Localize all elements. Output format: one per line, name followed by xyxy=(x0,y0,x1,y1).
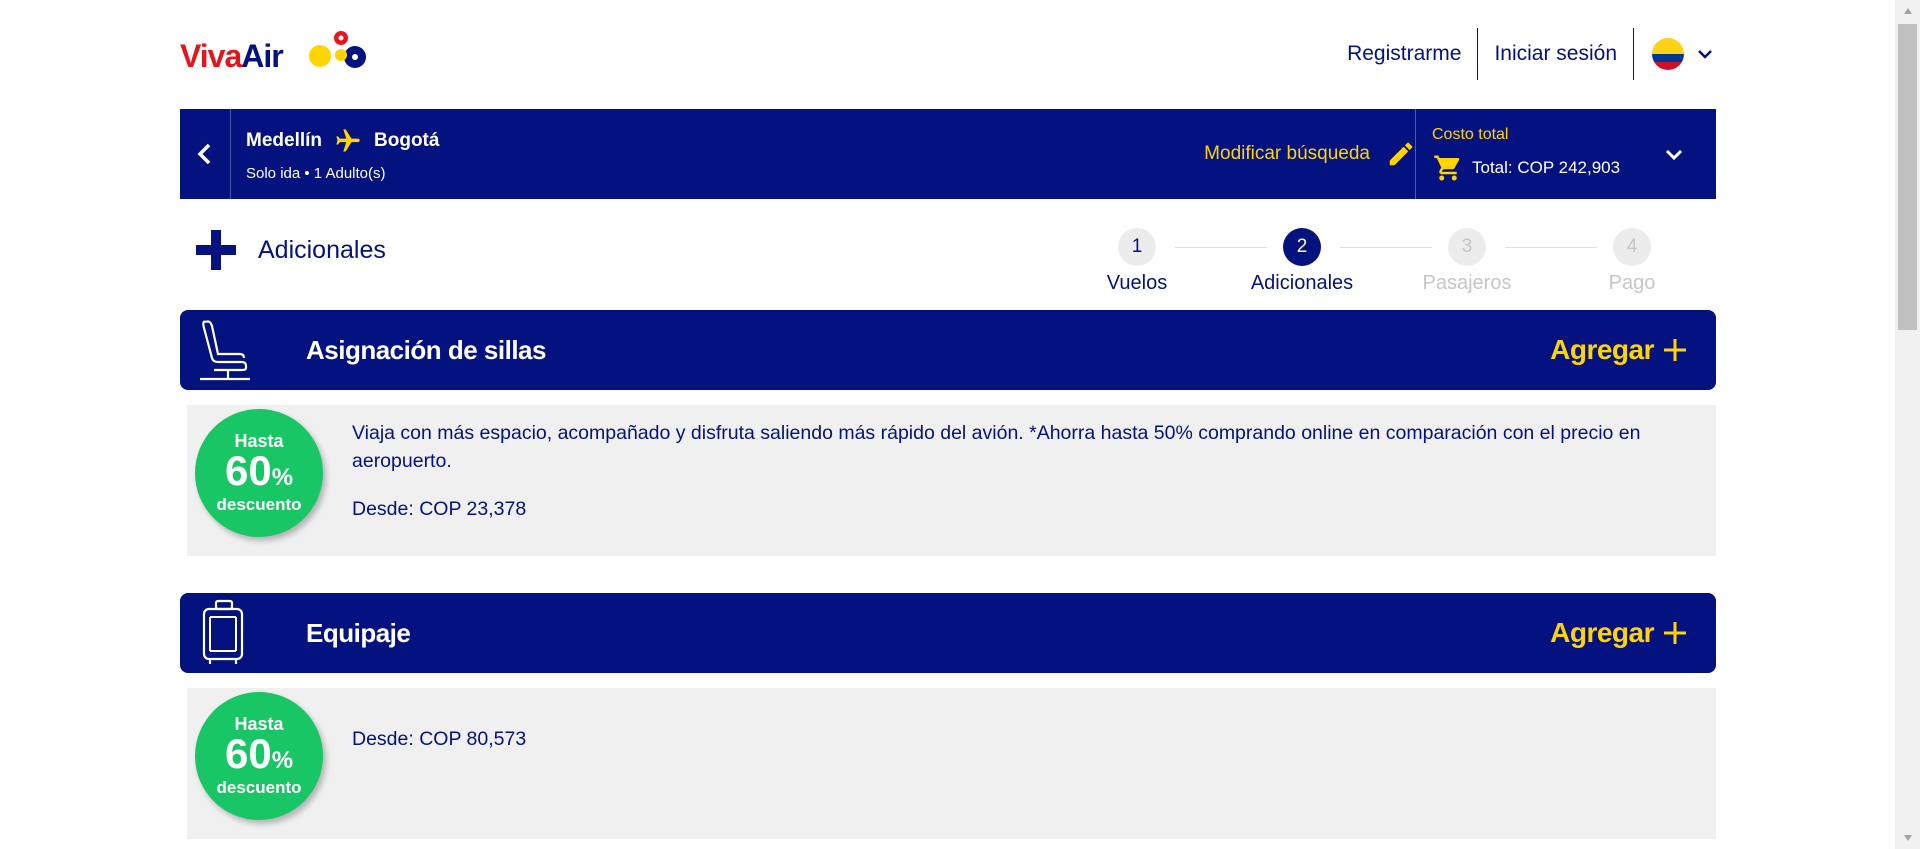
chevron-left-icon xyxy=(197,143,211,165)
plus-icon xyxy=(196,230,236,270)
destination-city: Bogotá xyxy=(374,130,440,151)
step-number: 4 xyxy=(1613,228,1651,266)
luggage-icon xyxy=(202,599,244,664)
step-pasajeros: 3 Pasajeros xyxy=(1412,228,1522,295)
register-link[interactable]: Registrarme xyxy=(1331,28,1477,80)
add-baggage-button[interactable]: Agregar xyxy=(1550,593,1688,673)
total-cost-row: Total: COP 242,903 xyxy=(1432,153,1620,183)
addon-seats-header[interactable]: Asignación de sillas Agregar xyxy=(180,310,1716,390)
step-number: 3 xyxy=(1448,228,1486,266)
page-title: Adicionales xyxy=(258,235,386,264)
page-heading: Adicionales xyxy=(194,228,386,272)
addon-baggage-body: Hasta 60% descuento Desde: COP 80,573 xyxy=(187,688,1716,839)
addon-title: Equipaje xyxy=(306,617,411,648)
progress-stepper: 1 Vuelos 2 Adicionales 3 Pasajeros 4 Pag… xyxy=(1082,228,1655,295)
scrollbar-thumb[interactable] xyxy=(1898,24,1917,330)
badge-percent-sign: % xyxy=(271,747,294,774)
badge-number: 60 xyxy=(224,447,272,494)
colombia-flag-icon xyxy=(1652,38,1684,70)
airplane-icon xyxy=(336,129,360,152)
route: Medellín Bogotá xyxy=(246,127,439,155)
step-label: Adicionales xyxy=(1250,272,1354,294)
step-number: 1 xyxy=(1118,228,1156,266)
badge-percent: 60% xyxy=(195,449,323,500)
logo-air-text: Air xyxy=(241,38,283,74)
seat-icon xyxy=(200,320,250,381)
add-seats-button[interactable]: Agregar xyxy=(1550,310,1688,390)
addon-price: Desde: COP 80,573 xyxy=(352,728,527,750)
total-cost-label: Costo total xyxy=(1432,126,1509,143)
badge-percent: 60% xyxy=(195,732,323,783)
plus-icon xyxy=(1664,622,1686,644)
logo-viva-text: Viva xyxy=(180,38,242,74)
badge-line3: descuento xyxy=(216,495,302,514)
back-button[interactable] xyxy=(180,109,231,199)
step-label: Pago xyxy=(1608,272,1656,294)
login-link[interactable]: Iniciar sesión xyxy=(1478,28,1633,80)
cart-icon xyxy=(1434,155,1460,181)
trip-info: Solo ida • 1 Adulto(s) xyxy=(246,165,386,182)
language-selector[interactable] xyxy=(1634,28,1716,80)
scroll-down-arrow-icon[interactable] xyxy=(1895,827,1920,849)
step-number: 2 xyxy=(1283,228,1321,266)
addon-price: Desde: COP 23,378 xyxy=(352,498,527,520)
addon-title: Asignación de sillas xyxy=(306,334,546,365)
chevron-down-icon xyxy=(1665,149,1683,161)
discount-badge: Hasta 60% descuento xyxy=(195,692,323,820)
search-summary-bar: Medellín Bogotá Solo ida • 1 Adulto(s) M… xyxy=(180,109,1716,199)
step-pago: 4 Pago xyxy=(1577,228,1687,295)
modify-search-label: Modificar búsqueda xyxy=(1204,143,1370,164)
plus-icon xyxy=(1664,339,1686,361)
step-label: Vuelos xyxy=(1106,272,1168,294)
scroll-up-arrow-icon[interactable] xyxy=(1895,0,1920,22)
logo-circles-icon xyxy=(309,31,366,68)
addon-seats-body: Hasta 60% descuento Viaja con más espaci… xyxy=(187,405,1716,556)
step-adicionales: 2 Adicionales xyxy=(1247,228,1357,295)
addon-description: Viaja con más espacio, acompañado y disf… xyxy=(352,422,1641,472)
viva-air-logo[interactable]: VivaAir xyxy=(180,28,370,78)
logo-wordmark: VivaAir xyxy=(180,38,284,75)
pencil-icon xyxy=(1389,142,1413,166)
vertical-scrollbar[interactable] xyxy=(1895,0,1920,849)
add-label: Agregar xyxy=(1550,617,1654,648)
total-cost-panel[interactable]: Costo total Total: COP 242,903 xyxy=(1415,109,1716,199)
step-vuelos[interactable]: 1 Vuelos xyxy=(1082,228,1192,295)
discount-badge: Hasta 60% descuento xyxy=(195,409,323,537)
step-label: Pasajeros xyxy=(1422,272,1512,294)
badge-number: 60 xyxy=(224,730,272,777)
origin-city: Medellín xyxy=(246,130,323,151)
top-nav: Registrarme Iniciar sesión xyxy=(1331,28,1716,80)
addon-baggage-header[interactable]: Equipaje Agregar xyxy=(180,593,1716,673)
chevron-down-icon xyxy=(1698,50,1712,59)
badge-percent-sign: % xyxy=(271,464,294,491)
add-label: Agregar xyxy=(1550,334,1654,365)
total-cost-value: Total: COP 242,903 xyxy=(1472,158,1621,177)
modify-search-button[interactable]: Modificar búsqueda xyxy=(1204,109,1416,199)
badge-line3: descuento xyxy=(216,778,302,797)
